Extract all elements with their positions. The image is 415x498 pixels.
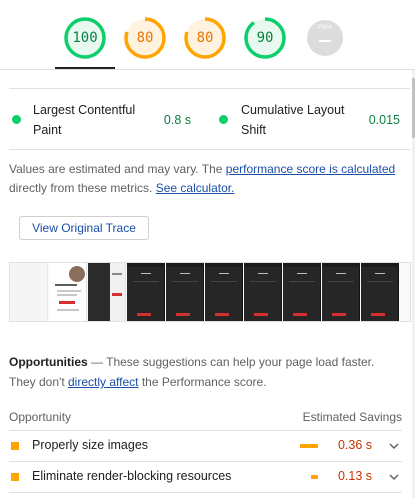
filmstrip-frame — [127, 263, 165, 321]
filmstrip-frame — [49, 263, 87, 321]
score-gauges: 100 80 80 90 PWA — [0, 0, 415, 70]
opportunity-label: Properly size images — [32, 438, 149, 452]
description-text: directly from these metrics. — [9, 181, 156, 195]
pass-dot-icon — [12, 115, 21, 124]
average-square-icon — [11, 442, 19, 450]
filmstrip-frame — [205, 263, 243, 321]
pwa-gauge[interactable]: PWA — [303, 16, 347, 60]
active-gauge-underline — [55, 67, 115, 69]
metrics-description: Values are estimated and may vary. The p… — [9, 160, 404, 198]
savings-column-header: Estimated Savings — [302, 410, 402, 424]
filmstrip-frame — [244, 263, 282, 321]
pwa-gauge-circle — [307, 20, 343, 56]
performance-gauge[interactable]: 100 — [63, 16, 107, 60]
score-calculated-link[interactable]: performance score is calculated — [226, 162, 395, 176]
accessibility-score: 80 — [136, 30, 154, 46]
filmstrip — [9, 262, 411, 322]
savings-bar — [311, 475, 318, 479]
seo-score: 90 — [256, 30, 274, 46]
savings-bar — [300, 444, 318, 448]
opportunities-description: Opportunities — These suggestions can he… — [9, 352, 404, 392]
description-text: Values are estimated and may vary. The — [9, 162, 226, 176]
filmstrip-frame — [322, 263, 360, 321]
average-square-icon — [11, 473, 19, 481]
opportunities-title: Opportunities — [9, 355, 88, 369]
savings-value: 0.36 s — [337, 438, 372, 452]
best-practices-gauge[interactable]: 80 — [183, 16, 227, 60]
opportunity-label: Eliminate render-blocking resources — [32, 469, 232, 483]
pwa-dash-icon — [319, 40, 331, 42]
metric-title: Cumulative Layout Shift — [241, 103, 345, 137]
best-practices-score: 80 — [196, 30, 214, 46]
avatar — [69, 266, 85, 282]
metric-title: Largest Contentful Paint — [33, 103, 136, 137]
metric-value: 0.8 s — [163, 113, 191, 127]
metrics-grid: Largest Contentful Paint 0.8 s Cumulativ… — [9, 88, 410, 150]
filmstrip-frame — [166, 263, 204, 321]
opportunity-row[interactable]: Properly size images 0.36 s — [9, 431, 402, 462]
pass-dot-icon — [219, 115, 228, 124]
filmstrip-frame — [10, 263, 48, 321]
filmstrip-frame — [361, 263, 399, 321]
chevron-down-icon[interactable] — [388, 471, 400, 483]
opportunity-row[interactable]: Eliminate render-blocking resources 0.13… — [9, 462, 402, 493]
filmstrip-frame — [88, 263, 126, 321]
chevron-down-icon[interactable] — [388, 440, 400, 452]
see-calculator-link[interactable]: See calculator. — [156, 181, 235, 195]
view-original-trace-button[interactable]: View Original Trace — [19, 216, 149, 240]
seo-gauge[interactable]: 90 — [243, 16, 287, 60]
performance-score: 100 — [72, 30, 98, 46]
opportunity-column-header: Opportunity — [9, 410, 72, 424]
opportunities-text: the Performance score. — [138, 375, 267, 389]
accessibility-gauge[interactable]: 80 — [123, 16, 167, 60]
pwa-label: PWA — [317, 25, 333, 31]
filmstrip-frame — [283, 263, 321, 321]
savings-value: 0.13 s — [337, 469, 372, 483]
opportunities-header: Opportunity Estimated Savings — [9, 407, 402, 431]
metric-value: 0.015 — [368, 113, 400, 127]
metric-lcp: Largest Contentful Paint 0.8 s — [9, 89, 199, 151]
metric-cls: Cumulative Layout Shift 0.015 — [219, 89, 410, 151]
directly-affect-link[interactable]: directly affect — [68, 375, 138, 389]
